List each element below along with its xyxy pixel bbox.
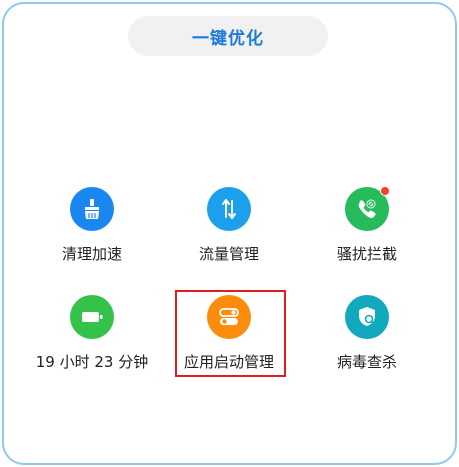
broom-icon xyxy=(70,187,114,231)
selection-highlight-box xyxy=(175,290,286,377)
one-click-optimize-button[interactable]: 一键优化 xyxy=(128,16,328,56)
tile-battery[interactable]: 19 小时 23 分钟 xyxy=(27,295,157,385)
tile-clean-speedup[interactable]: 清理加速 xyxy=(27,187,157,277)
tile-label: 骚扰拦截 xyxy=(336,245,397,263)
tile-label: 病毒查杀 xyxy=(336,353,397,371)
tile-label: 清理加速 xyxy=(61,245,122,263)
data-arrows-icon xyxy=(207,187,251,231)
shield-scan-icon xyxy=(345,295,389,339)
phone-block-icon xyxy=(345,186,390,231)
tile-virus-scan[interactable]: 病毒查杀 xyxy=(302,295,432,385)
notification-dot xyxy=(380,186,390,196)
tile-traffic-management[interactable]: 流量管理 xyxy=(164,187,294,277)
tile-harassment-block[interactable]: 骚扰拦截 xyxy=(302,186,432,277)
tile-label: 19 小时 23 分钟 xyxy=(35,353,149,371)
tile-label: 流量管理 xyxy=(198,245,259,263)
battery-icon xyxy=(70,295,114,339)
